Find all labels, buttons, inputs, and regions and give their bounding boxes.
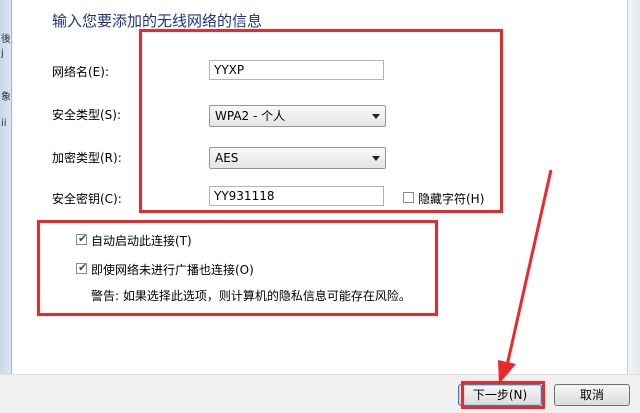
annotation-arrow-icon: [498, 169, 553, 384]
